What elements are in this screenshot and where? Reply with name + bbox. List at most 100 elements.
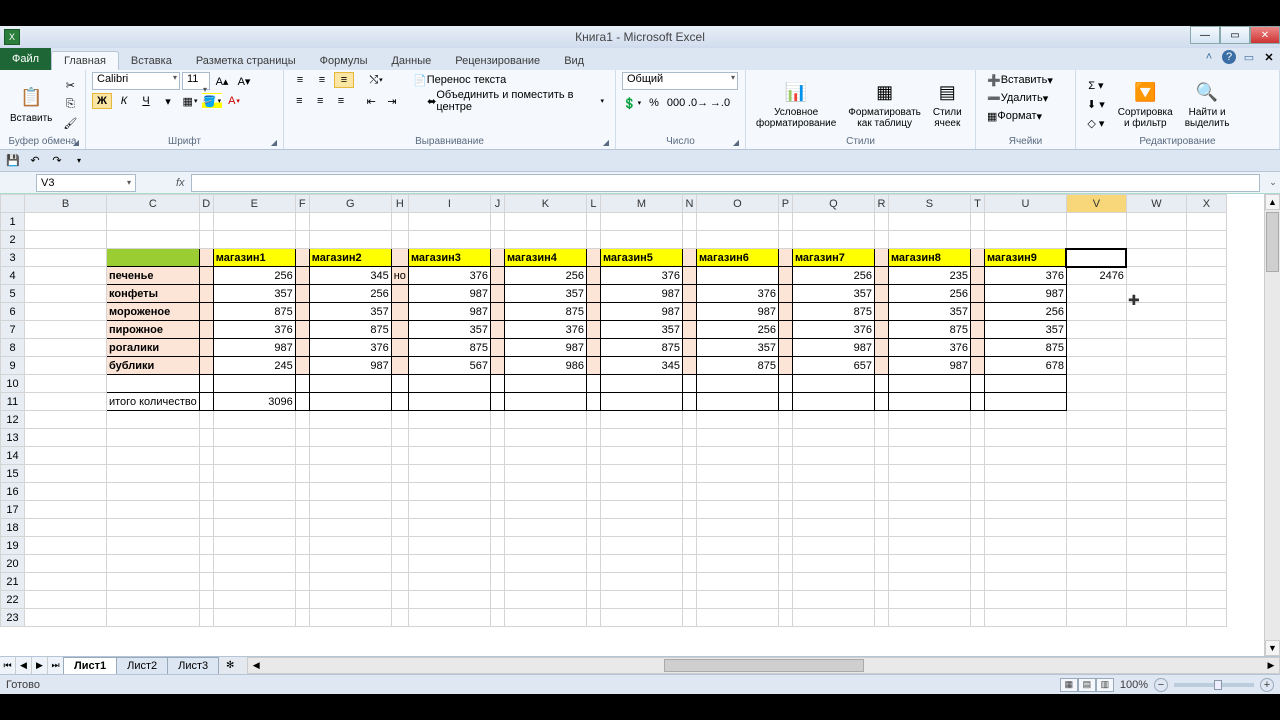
- name-box-dropdown-icon[interactable]: ▾: [127, 178, 131, 187]
- cell-Q18[interactable]: [792, 519, 874, 537]
- cell-O21[interactable]: [696, 573, 778, 591]
- sheet-tab-1[interactable]: Лист1: [63, 657, 117, 674]
- cell-R9[interactable]: [874, 357, 888, 375]
- cell-T9[interactable]: [970, 357, 984, 375]
- column-header-D[interactable]: D: [199, 195, 213, 213]
- tab-layout[interactable]: Разметка страницы: [184, 52, 308, 70]
- cell-V3[interactable]: [1066, 249, 1126, 267]
- cell-V8[interactable]: [1066, 339, 1126, 357]
- redo-button[interactable]: ↷: [48, 153, 66, 169]
- cell-U7[interactable]: 357: [984, 321, 1066, 339]
- row-header-3[interactable]: 3: [1, 249, 25, 267]
- cell-I14[interactable]: [408, 447, 490, 465]
- cell-N9[interactable]: [682, 357, 696, 375]
- restore-window-icon[interactable]: ▭: [1242, 50, 1256, 64]
- cell-I10[interactable]: [408, 375, 490, 393]
- cell-O10[interactable]: [696, 375, 778, 393]
- cell-D14[interactable]: [199, 447, 213, 465]
- cell-K7[interactable]: 376: [504, 321, 586, 339]
- increase-indent-button[interactable]: ⇥: [383, 93, 402, 109]
- cell-T14[interactable]: [970, 447, 984, 465]
- cell-P17[interactable]: [778, 501, 792, 519]
- cell-B8[interactable]: [25, 339, 107, 357]
- cell-I17[interactable]: [408, 501, 490, 519]
- column-header-L[interactable]: L: [586, 195, 600, 213]
- cell-M6[interactable]: 987: [600, 303, 682, 321]
- sheet-tab-3[interactable]: Лист3: [167, 657, 219, 674]
- cell-F1[interactable]: [295, 213, 309, 231]
- column-header-U[interactable]: U: [984, 195, 1066, 213]
- cell-L19[interactable]: [586, 537, 600, 555]
- cell-K1[interactable]: [504, 213, 586, 231]
- cell-S18[interactable]: [888, 519, 970, 537]
- cell-E20[interactable]: [213, 555, 295, 573]
- cell-N16[interactable]: [682, 483, 696, 501]
- cell-K23[interactable]: [504, 609, 586, 627]
- align-left-button[interactable]: ≡: [290, 93, 309, 109]
- column-header-B[interactable]: B: [25, 195, 107, 213]
- format-as-table-button[interactable]: ▦Форматировать как таблицу: [844, 77, 925, 131]
- cell-F19[interactable]: [295, 537, 309, 555]
- cell-H23[interactable]: [391, 609, 408, 627]
- cell-E23[interactable]: [213, 609, 295, 627]
- fill-color-button[interactable]: 🪣: [202, 93, 222, 109]
- cell-V23[interactable]: [1066, 609, 1126, 627]
- cell-G4[interactable]: 345: [309, 267, 391, 285]
- cell-D3[interactable]: [199, 249, 213, 267]
- cell-X10[interactable]: [1186, 375, 1226, 393]
- cell-D12[interactable]: [199, 411, 213, 429]
- cell-M4[interactable]: 376: [600, 267, 682, 285]
- cell-B7[interactable]: [25, 321, 107, 339]
- cell-L14[interactable]: [586, 447, 600, 465]
- cell-U1[interactable]: [984, 213, 1066, 231]
- cell-V9[interactable]: [1066, 357, 1126, 375]
- cell-N7[interactable]: [682, 321, 696, 339]
- cell-J12[interactable]: [490, 411, 504, 429]
- cell-B4[interactable]: [25, 267, 107, 285]
- cell-D16[interactable]: [199, 483, 213, 501]
- cell-J8[interactable]: [490, 339, 504, 357]
- cell-D8[interactable]: [199, 339, 213, 357]
- cell-G17[interactable]: [309, 501, 391, 519]
- cell-S13[interactable]: [888, 429, 970, 447]
- cell-V19[interactable]: [1066, 537, 1126, 555]
- cell-U22[interactable]: [984, 591, 1066, 609]
- cell-U18[interactable]: [984, 519, 1066, 537]
- cell-U6[interactable]: 256: [984, 303, 1066, 321]
- cell-S1[interactable]: [888, 213, 970, 231]
- cell-U12[interactable]: [984, 411, 1066, 429]
- cell-E19[interactable]: [213, 537, 295, 555]
- cell-J21[interactable]: [490, 573, 504, 591]
- cell-J14[interactable]: [490, 447, 504, 465]
- column-header-O[interactable]: O: [696, 195, 778, 213]
- row-header-22[interactable]: 22: [1, 591, 25, 609]
- cell-R2[interactable]: [874, 231, 888, 249]
- number-launcher-icon[interactable]: ◢: [733, 138, 739, 147]
- vertical-scrollbar[interactable]: ▲ ▼: [1264, 194, 1280, 656]
- cell-K3[interactable]: магазин4: [504, 249, 586, 267]
- tab-view[interactable]: Вид: [552, 52, 596, 70]
- cell-X23[interactable]: [1186, 609, 1226, 627]
- cell-R4[interactable]: [874, 267, 888, 285]
- sheet-nav-next[interactable]: ▶: [32, 657, 48, 674]
- cell-X16[interactable]: [1186, 483, 1226, 501]
- cell-K4[interactable]: 256: [504, 267, 586, 285]
- cell-M5[interactable]: 987: [600, 285, 682, 303]
- cell-J7[interactable]: [490, 321, 504, 339]
- cell-C3[interactable]: [107, 249, 200, 267]
- cell-T15[interactable]: [970, 465, 984, 483]
- cell-P9[interactable]: [778, 357, 792, 375]
- cell-P4[interactable]: [778, 267, 792, 285]
- cell-B2[interactable]: [25, 231, 107, 249]
- cell-P2[interactable]: [778, 231, 792, 249]
- number-format-select[interactable]: Общий: [622, 72, 738, 90]
- fx-icon[interactable]: fx: [176, 177, 185, 189]
- cell-C15[interactable]: [107, 465, 200, 483]
- cell-M1[interactable]: [600, 213, 682, 231]
- cell-F10[interactable]: [295, 375, 309, 393]
- cell-U3[interactable]: магазин9: [984, 249, 1066, 267]
- cell-N6[interactable]: [682, 303, 696, 321]
- cell-O9[interactable]: 875: [696, 357, 778, 375]
- cell-I4[interactable]: 376: [408, 267, 490, 285]
- cell-V21[interactable]: [1066, 573, 1126, 591]
